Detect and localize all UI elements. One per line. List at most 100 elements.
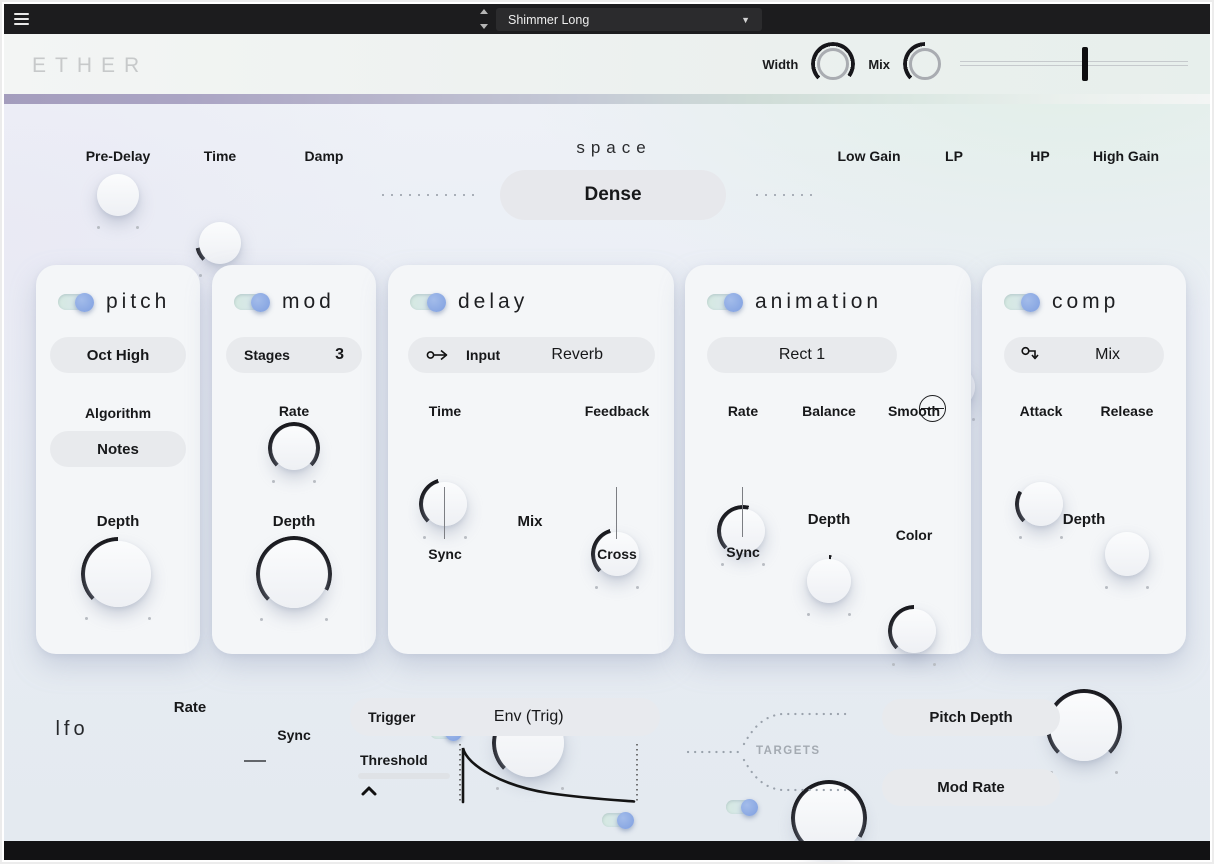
mod-header: mod — [212, 285, 376, 319]
preset-down-icon[interactable] — [480, 24, 488, 29]
animation-shape-selector[interactable]: Rect 1 — [707, 337, 897, 373]
animation-toggle[interactable] — [707, 294, 741, 310]
algorithm-selector[interactable]: Notes — [50, 431, 186, 467]
mod-depth-knob[interactable] — [257, 537, 331, 611]
animation-shape-value: Rect 1 — [779, 346, 825, 364]
brand-logo: ETHER — [32, 54, 148, 78]
target-1-selector[interactable]: Pitch Depth — [882, 699, 1060, 736]
comp-mode-selector[interactable]: Mix — [1004, 337, 1164, 373]
target-2-selector[interactable]: Mod Rate — [882, 769, 1060, 806]
time-label: Time — [170, 148, 270, 164]
delay-cross-toggle[interactable] — [602, 813, 632, 827]
space-value: Dense — [584, 184, 641, 206]
comp-attack-label: Attack — [991, 403, 1091, 419]
menu-icon[interactable] — [14, 13, 29, 25]
slider-track — [960, 61, 1188, 66]
preset-selector[interactable]: Shimmer Long ▼ — [496, 8, 762, 31]
trigger-selector[interactable]: Trigger Env (Trig) — [350, 698, 660, 736]
chevron-up-icon[interactable] — [360, 785, 378, 797]
main-panel: Pre-Delay Time Damp space Dense Low Gain… — [4, 104, 1210, 845]
mod-toggle[interactable] — [234, 294, 268, 310]
mod-rate-knob[interactable] — [269, 423, 319, 473]
caret-down-icon: ▼ — [741, 15, 750, 25]
delay-header: delay — [388, 285, 674, 319]
pitch-depth-label: Depth — [97, 513, 140, 530]
algorithm-value: Notes — [97, 441, 139, 458]
stages-value: 3 — [335, 346, 344, 364]
lfo-sync-label: Sync — [244, 727, 344, 743]
delay-input-label: Input — [466, 347, 500, 363]
threshold-label: Threshold — [350, 752, 454, 768]
trigger-label: Trigger — [368, 709, 415, 725]
delay-feedback-label: Feedback — [567, 403, 667, 419]
width-knob[interactable] — [812, 43, 854, 85]
mod-rate-label: Rate — [279, 403, 309, 419]
delay-toggle[interactable] — [410, 294, 444, 310]
bottom-bar — [4, 841, 1210, 860]
plugin-window: Shimmer Long ▼ ETHER Width Mix Pre-Delay… — [0, 0, 1214, 864]
delay-mix-label: Mix — [480, 513, 580, 530]
header: ETHER Width Mix — [4, 34, 1210, 94]
delay-title: delay — [458, 290, 528, 314]
targets-label: TARGETS — [756, 745, 856, 757]
mod-card: mod Stages 3 Rate Depth — [212, 265, 376, 654]
comp-header: comp — [982, 285, 1186, 319]
width-label: Width — [762, 57, 798, 72]
mod-depth-label: Depth — [273, 513, 316, 530]
pitch-depth-knob[interactable] — [82, 538, 154, 610]
delay-card: delay Input Reverb Time Feedback Sync Mi… — [388, 265, 674, 654]
lfo-rate-label: Rate — [140, 699, 240, 716]
delay-cross-label: Cross — [567, 546, 667, 562]
preset-name: Shimmer Long — [508, 13, 589, 27]
output-slider[interactable] — [960, 46, 1188, 82]
accent-strip — [4, 94, 1210, 104]
space-selector[interactable]: Dense — [500, 170, 726, 220]
lfo-label: lfo — [40, 718, 104, 741]
target-1-name: Pitch Depth — [929, 709, 1012, 726]
animation-rate-label: Rate — [693, 403, 793, 419]
preset-prev-next-icon[interactable] — [478, 9, 490, 29]
animation-smooth-label: Smooth — [864, 403, 964, 419]
delay-input-selector[interactable]: Input Reverb — [408, 337, 655, 373]
delay-time-label: Time — [395, 403, 495, 419]
rate-sync-connector — [742, 487, 743, 537]
target-2-name: Mod Rate — [937, 779, 1005, 796]
mix-knob[interactable] — [904, 43, 946, 85]
divider-dotted-right — [756, 194, 818, 196]
stages-selector[interactable]: Stages 3 — [226, 337, 362, 373]
pitch-mode-selector[interactable]: Oct High — [50, 337, 186, 373]
pitch-header: pitch — [36, 285, 200, 319]
stages-label: Stages — [244, 347, 290, 363]
threshold-slider[interactable] — [358, 773, 450, 779]
time-sync-connector — [444, 487, 445, 539]
slider-thumb[interactable] — [1082, 47, 1088, 81]
comp-depth-label: Depth — [1034, 511, 1134, 528]
envelope-display — [456, 740, 642, 808]
pitch-toggle[interactable] — [58, 294, 92, 310]
pitch-mode-value: Oct High — [87, 347, 150, 364]
animation-title: animation — [755, 290, 882, 314]
preset-up-icon[interactable] — [480, 9, 488, 14]
header-controls: Width Mix — [762, 34, 1188, 94]
time-knob[interactable] — [196, 219, 244, 267]
divider-dotted-left — [382, 194, 474, 196]
animation-smooth-knob[interactable] — [889, 606, 939, 656]
animation-balance-knob[interactable] — [804, 556, 854, 606]
comp-release-label: Release — [1077, 403, 1177, 419]
feedback-cross-connector — [616, 487, 617, 539]
space-label: space — [534, 138, 694, 158]
comp-toggle[interactable] — [1004, 294, 1038, 310]
comp-title: comp — [1052, 290, 1119, 314]
mod-title: mod — [282, 290, 335, 314]
pitch-title: pitch — [106, 290, 170, 314]
comp-release-knob[interactable] — [1102, 529, 1152, 579]
predelay-knob[interactable] — [94, 171, 142, 219]
animation-header: animation — [685, 285, 971, 319]
animation-card: animation Rect 1 Rate Balance Smooth Syn… — [685, 265, 971, 654]
comp-depth-knob[interactable] — [1047, 690, 1121, 764]
delay-sync-label: Sync — [395, 546, 495, 562]
mix-label: Mix — [868, 57, 890, 72]
algorithm-label: Algorithm — [85, 405, 151, 421]
circle-arrow-right-icon — [426, 347, 454, 363]
delay-time-knob[interactable] — [420, 479, 470, 529]
